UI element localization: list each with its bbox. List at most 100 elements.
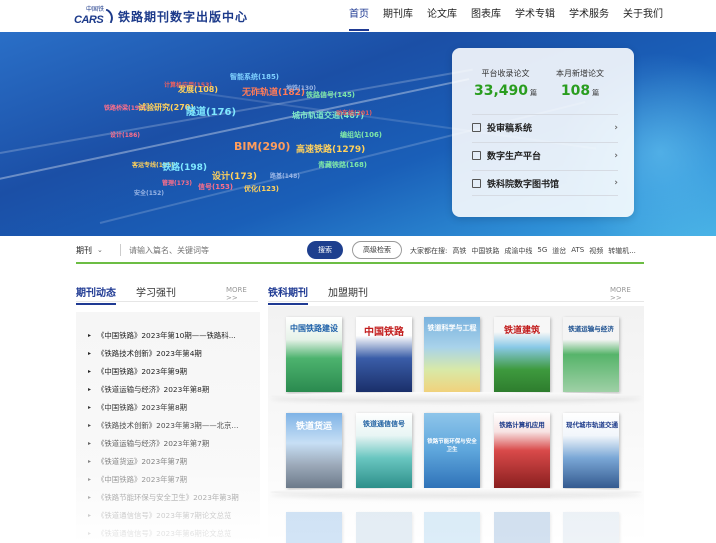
- news-tabs: 期刊动态 学习强刊 MORE >>: [76, 282, 258, 305]
- cloud-word[interactable]: BIM(290): [234, 140, 290, 153]
- stat-label: 平台收录论文: [481, 69, 530, 78]
- link-label: 数字生产平台: [487, 152, 542, 162]
- link-digital-library[interactable]: 铁科院数字图书馆 ›: [472, 170, 618, 196]
- chevron-right-icon: ›: [614, 150, 618, 161]
- shelf-2: [270, 488, 642, 496]
- journal-cover[interactable]: [356, 512, 412, 543]
- hot-label: 大家都在搜:: [410, 247, 448, 255]
- hot-term[interactable]: 道岔: [552, 246, 566, 256]
- list-item[interactable]: ▸ 《铁道货运》2023年第7期: [76, 452, 260, 470]
- search-button[interactable]: 搜索: [307, 241, 343, 259]
- search-input[interactable]: [129, 245, 289, 255]
- cloud-word[interactable]: 高速铁路(1279): [296, 142, 365, 155]
- journal-cover[interactable]: [424, 512, 480, 543]
- list-item[interactable]: ▸ 《中国铁路》2023年第7期: [76, 470, 260, 488]
- list-item[interactable]: ▸ 《铁路技术创新》2023年第3期——北京...: [76, 416, 260, 434]
- hot-term[interactable]: 视频: [589, 246, 603, 256]
- nav-about[interactable]: 关于我们: [616, 0, 670, 32]
- list-item[interactable]: ▸ 《铁路节能环保与安全卫生》2023年第3期: [76, 488, 260, 506]
- cloud-word[interactable]: 管理(173): [162, 178, 192, 187]
- list-item[interactable]: ▸ 《铁道通信信号》2023年第7期论文总览: [76, 506, 260, 524]
- hot-term[interactable]: ATS: [571, 246, 584, 256]
- cloud-word[interactable]: 铁路(198): [162, 160, 207, 173]
- tab-journal-news[interactable]: 期刊动态: [76, 284, 116, 305]
- list-item[interactable]: ▸ 《铁路技术创新》2023年第4期: [76, 344, 260, 362]
- cloud-word[interactable]: 发展(108): [178, 84, 218, 95]
- advanced-search-button[interactable]: 高级检索: [352, 241, 402, 259]
- journal-cover[interactable]: 铁道运输与经济: [563, 317, 619, 392]
- edit-icon: [472, 123, 481, 132]
- list-item[interactable]: ▸ 《中国铁路》2023年第8期: [76, 398, 260, 416]
- link-digital-production[interactable]: 数字生产平台 ›: [472, 142, 618, 168]
- stat-unit: 篇: [592, 89, 600, 97]
- journal-cover[interactable]: 现代城市轨道交通: [563, 413, 619, 488]
- hot-searches: 大家都在搜: 高铁 中国铁路 成渝中线 5G 道岔 ATS 视频 转辙机...: [410, 246, 641, 256]
- search-bar: 期刊 ⌄ 搜索 高级检索 大家都在搜: 高铁 中国铁路 成渝中线 5G 道岔 A…: [76, 238, 644, 264]
- list-item[interactable]: ▸ 《铁道运输与经济》2023年第7期: [76, 434, 260, 452]
- chevron-down-icon: ⌄: [97, 246, 103, 254]
- cloud-word[interactable]: 铁路信号(145): [306, 90, 355, 100]
- stat-total-papers: 平台收录论文 33,490 篇: [474, 68, 537, 99]
- chevron-right-icon: ›: [614, 122, 618, 133]
- cloud-word[interactable]: 设计(186): [110, 130, 140, 139]
- nav-journals[interactable]: 期刊库: [376, 0, 420, 32]
- tab-study[interactable]: 学习强刊: [136, 284, 176, 299]
- journal-cover[interactable]: [286, 512, 342, 543]
- journal-cover[interactable]: 铁道建筑: [494, 317, 550, 392]
- select-value: 期刊: [76, 245, 92, 255]
- journal-cover[interactable]: [494, 512, 550, 543]
- platform-stats-card: 平台收录论文 33,490 篇 本月新增论文 108 篇 投审稿系统 › 数字生产平…: [452, 48, 634, 217]
- stat-value: 33,490: [474, 83, 529, 99]
- cloud-word[interactable]: 青藏铁路(168): [318, 160, 367, 170]
- cloud-word[interactable]: 隧道(176): [186, 103, 236, 118]
- nav-special-issues[interactable]: 学术专辑: [508, 0, 562, 32]
- main-nav: 首页 期刊库 论文库 图表库 学术专辑 学术服务 关于我们: [342, 0, 670, 32]
- journal-cover[interactable]: [563, 512, 619, 543]
- journal-cover[interactable]: 铁道货运: [286, 413, 342, 488]
- site-logo[interactable]: 中国铁 CARS 铁路期刊数字出版中心: [74, 6, 248, 26]
- cloud-word[interactable]: 优化(123): [244, 184, 279, 194]
- news-more-link[interactable]: MORE >>: [226, 286, 258, 302]
- list-item[interactable]: ▸ 《铁道通信信号》2023年第6期论文总览: [76, 524, 260, 542]
- link-submission-system[interactable]: 投审稿系统 ›: [472, 114, 618, 140]
- stat-label: 本月新增论文: [556, 69, 604, 78]
- hero-banner: 计算机应用(153) 发展(108) 智能系统(185) 无砟轨道(182) 地…: [0, 32, 716, 236]
- nav-papers[interactable]: 论文库: [420, 0, 464, 32]
- list-item[interactable]: ▸ 《铁道运输与经济》2023年第8期: [76, 380, 260, 398]
- list-item[interactable]: ▸ 《中国铁路》2023年第9期: [76, 362, 260, 380]
- hot-term[interactable]: 中国铁路: [471, 246, 499, 256]
- cars-logo-icon: 中国铁 CARS: [74, 6, 116, 26]
- journal-cover[interactable]: 铁道科学与工程: [424, 317, 480, 392]
- journal-cover[interactable]: 中国铁路: [356, 317, 412, 392]
- cloud-word[interactable]: 路基(148): [270, 171, 300, 180]
- hot-term[interactable]: 高铁: [452, 246, 466, 256]
- cloud-word[interactable]: 信号(153): [198, 182, 233, 192]
- tab-partner-journals[interactable]: 加盟期刊: [328, 284, 368, 299]
- site-title: 铁路期刊数字出版中心: [118, 9, 249, 24]
- nav-services[interactable]: 学术服务: [562, 0, 616, 32]
- journal-cover[interactable]: 铁道通信信号: [356, 413, 412, 488]
- journal-tabs: 铁科期刊 加盟期刊 MORE >>: [268, 282, 644, 305]
- hot-term[interactable]: 成渝中线: [504, 246, 532, 256]
- nav-charts[interactable]: 图表库: [464, 0, 508, 32]
- nav-home[interactable]: 首页: [342, 0, 376, 32]
- hot-term[interactable]: 5G: [537, 246, 547, 256]
- tab-cars-journals[interactable]: 铁科期刊: [268, 284, 308, 305]
- journal-cover[interactable]: 铁路计算机应用: [494, 413, 550, 488]
- cloud-word[interactable]: 动车组(201): [336, 108, 372, 117]
- logo-small-text: 中国铁: [86, 6, 105, 13]
- list-item[interactable]: ▸ 《中国铁路》2023年第10期——铁路科...: [76, 326, 260, 344]
- journal-cover[interactable]: 中国铁路建设: [286, 317, 342, 392]
- stat-unit: 篇: [530, 89, 538, 97]
- cloud-word[interactable]: 编组站(106): [340, 130, 382, 140]
- stat-value: 108: [560, 83, 591, 99]
- link-label: 投审稿系统: [487, 124, 533, 134]
- cloud-word[interactable]: 安全(152): [134, 188, 164, 197]
- journals-more-link[interactable]: MORE >>: [610, 286, 644, 302]
- logo-abbr: CARS: [74, 14, 104, 26]
- journal-cover[interactable]: 铁路节能环保与安全卫生: [424, 413, 480, 488]
- cloud-word[interactable]: 智能系统(185): [230, 72, 279, 82]
- hot-term[interactable]: 转辙机...: [608, 246, 636, 256]
- search-type-select[interactable]: 期刊 ⌄: [76, 245, 120, 256]
- cloud-word[interactable]: 设计(173): [212, 169, 257, 182]
